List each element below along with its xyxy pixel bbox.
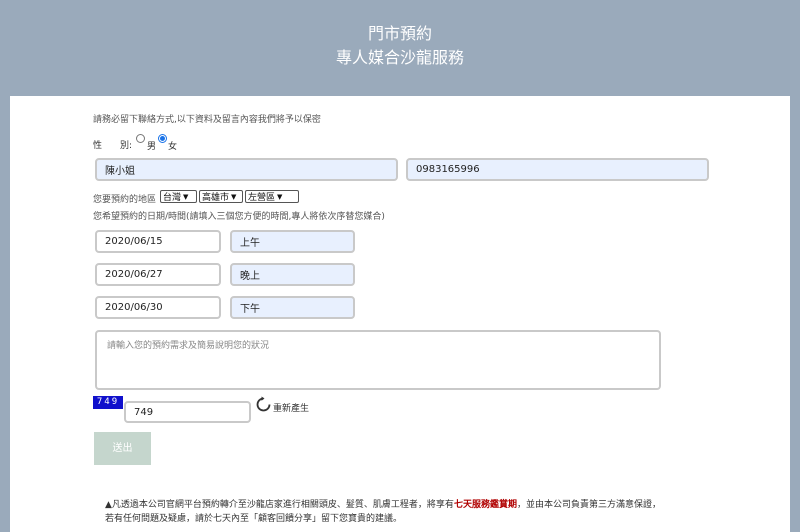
- regenerate-captcha-link[interactable]: 重新產生: [273, 401, 309, 414]
- chevron-down-icon: ▼: [231, 192, 237, 201]
- footer-line-1: ▲凡透過本公司官網平台預約轉介至沙龍店家進行相關頭皮、髮質、肌膚工程者，將享有七…: [105, 498, 785, 512]
- date-input-3[interactable]: 2020/06/30: [95, 296, 221, 319]
- gender-label-female: 女: [168, 142, 178, 152]
- footer-line-1-tail: ，並由本公司負責第三方滿意保證，: [516, 500, 661, 510]
- captcha-image: 749: [93, 396, 123, 409]
- time-input-1[interactable]: 上午: [230, 230, 355, 253]
- city-select-value: 高雄市: [202, 193, 230, 203]
- region-label: 您要預約的地區: [93, 195, 157, 205]
- captcha-input[interactable]: 749: [124, 401, 251, 423]
- footer-highlight: 七天服務鑑賞期: [453, 500, 517, 510]
- privacy-notice: 請務必留下聯絡方式,以下資料及留言內容我們將予以保密: [93, 115, 321, 125]
- footer-line-2: 若有任何問題及疑慮，請於七天內至「顧客回饋分享」留下您寶貴的建議。: [105, 514, 403, 524]
- country-select-value: 台灣: [163, 193, 182, 203]
- chevron-down-icon: ▼: [277, 192, 283, 201]
- date-label: 您希望預約的日期/時間(請填入三個您方便的時間,專人將依次序替您媒合): [93, 212, 385, 222]
- gender-label-male: 男: [147, 142, 157, 152]
- time-input-2[interactable]: 晚上: [230, 263, 355, 286]
- district-select-value: 左營區: [248, 193, 276, 203]
- name-input[interactable]: 陳小姐: [95, 158, 398, 181]
- district-select[interactable]: 左營區 ▼: [245, 190, 299, 203]
- submit-button[interactable]: 送出: [94, 432, 151, 465]
- page-header: 門市預約 專人媒合沙龍服務: [0, 0, 800, 96]
- time-input-3[interactable]: 下午: [230, 296, 355, 319]
- booking-form-panel: 請務必留下聯絡方式,以下資料及留言內容我們將予以保密 性 別: 男 女 陳小姐 …: [10, 96, 790, 532]
- gender-radio-male[interactable]: [136, 134, 145, 143]
- date-input-2[interactable]: 2020/06/27: [95, 263, 221, 286]
- page-subtitle: 專人媒合沙龍服務: [335, 48, 464, 67]
- city-select[interactable]: 高雄市 ▼: [199, 190, 243, 203]
- gender-radio-female[interactable]: [158, 134, 167, 143]
- service-guarantee-notice: ▲凡透過本公司官網平台預約轉介至沙龍店家進行相關頭皮、髮質、肌膚工程者，將享有七…: [105, 498, 785, 526]
- page-title: 門市預約: [367, 24, 432, 43]
- footer-line-1-text: ▲凡透過本公司官網平台預約轉介至沙龍店家進行相關頭皮、髮質、肌膚工程者，將享有: [105, 500, 454, 510]
- refresh-icon[interactable]: [255, 396, 272, 413]
- date-input-1[interactable]: 2020/06/15: [95, 230, 221, 253]
- country-select[interactable]: 台灣 ▼: [160, 190, 197, 203]
- gender-label: 性 別:: [93, 141, 133, 151]
- chevron-down-icon: ▼: [183, 192, 189, 201]
- phone-input[interactable]: 0983165996: [406, 158, 709, 181]
- message-textarea[interactable]: 請輸入您的預約需求及簡易說明您的狀況: [95, 330, 661, 390]
